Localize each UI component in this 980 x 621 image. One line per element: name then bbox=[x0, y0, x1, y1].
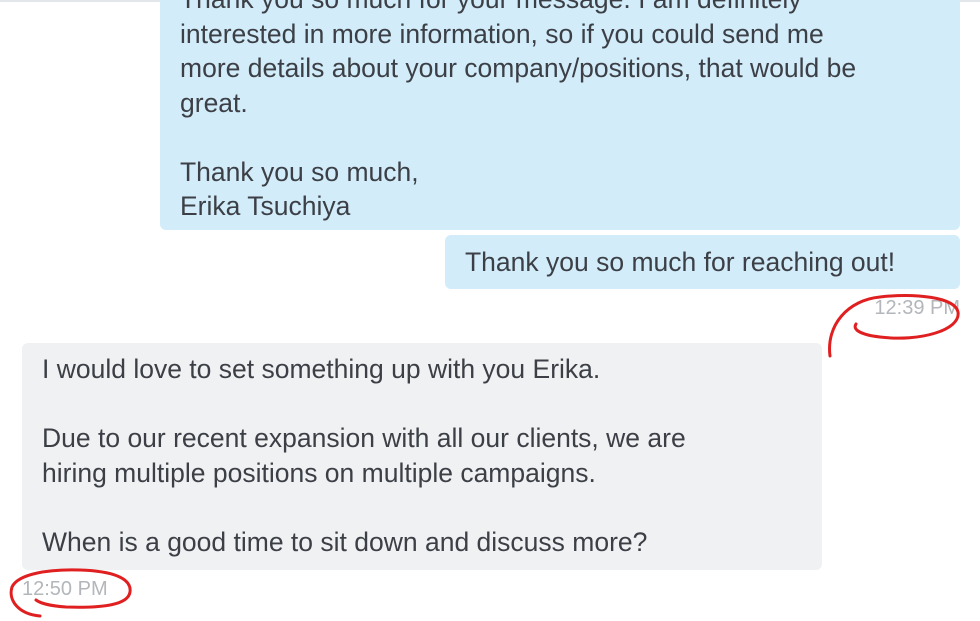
message-line: Erika Tsuchiya bbox=[180, 191, 351, 221]
message-text: Thank you so much for reaching out! bbox=[465, 247, 896, 277]
message-bubble-incoming: I would love to set something up with yo… bbox=[22, 343, 822, 570]
message-line: When is a good time to sit down and disc… bbox=[42, 526, 648, 557]
message-timestamp: 12:39 PM bbox=[874, 297, 960, 319]
message-timestamp: 12:50 PM bbox=[22, 578, 108, 600]
message-blank-line bbox=[180, 120, 940, 155]
message-line: interested in more information, so if yo… bbox=[180, 18, 824, 49]
message-line: great. bbox=[180, 87, 248, 118]
message-line: more details about your company/position… bbox=[180, 53, 857, 83]
message-line: Thank you so much for your message. I am… bbox=[180, 0, 940, 17]
message-line: Thank you so much, bbox=[180, 156, 419, 187]
message-bubble-outgoing: Thank you so much for your message. I am… bbox=[160, 0, 960, 230]
message-line: hiring multiple positions on multiple ca… bbox=[42, 457, 596, 488]
message-line: I would love to set something up with yo… bbox=[42, 354, 601, 384]
message-line: Due to our recent expansion with all our… bbox=[42, 423, 686, 453]
message-bubble-outgoing: Thank you so much for reaching out! bbox=[445, 235, 960, 289]
message-blank-line bbox=[42, 490, 802, 525]
message-blank-line bbox=[42, 387, 802, 422]
